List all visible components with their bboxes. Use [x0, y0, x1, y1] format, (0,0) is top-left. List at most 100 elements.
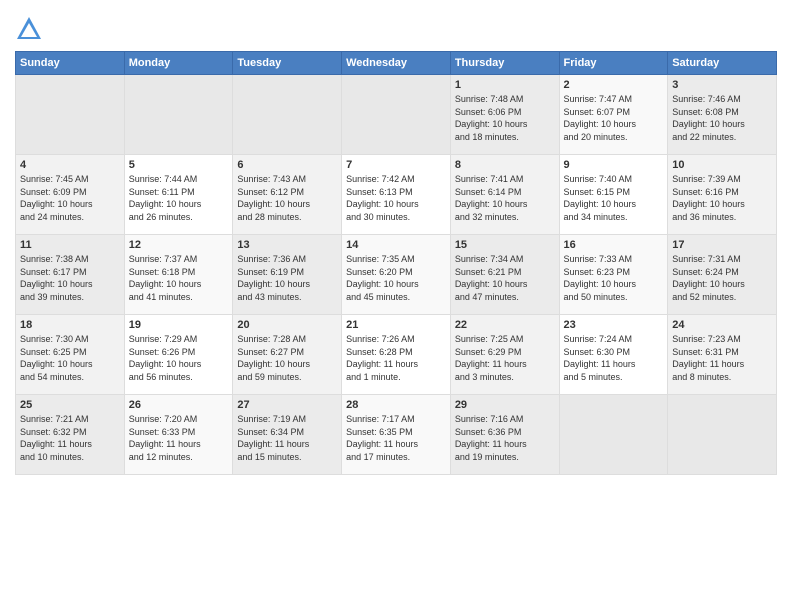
calendar-week-4: 25 Sunrise: 7:21 AM Sunset: 6:32 PM Dayli…	[16, 395, 777, 475]
day-header-saturday: Saturday	[668, 52, 777, 75]
calendar-week-3: 18Sunrise: 7:30 AM Sunset: 6:25 PM Dayli…	[16, 315, 777, 395]
calendar-cell: 5Sunrise: 7:44 AM Sunset: 6:11 PM Daylig…	[124, 155, 233, 235]
calendar-cell: 10 Sunrise: 7:39 AM Sunset: 6:16 PM Dayli…	[668, 155, 777, 235]
day-number: 6	[237, 159, 337, 171]
calendar-cell: 20 Sunrise: 7:28 AM Sunset: 6:27 PM Dayli…	[233, 315, 342, 395]
calendar-cell: 12Sunrise: 7:37 AM Sunset: 6:18 PM Dayli…	[124, 235, 233, 315]
cell-content: Sunrise: 7:33 AM Sunset: 6:23 PM Dayligh…	[564, 253, 664, 303]
calendar-cell: 3 Sunrise: 7:46 AM Sunset: 6:08 PM Daylig…	[668, 75, 777, 155]
cell-content: Sunrise: 7:24 AM Sunset: 6:30 PM Dayligh…	[564, 333, 664, 383]
page-header	[15, 10, 777, 43]
cell-content: Sunrise: 7:39 AM Sunset: 6:16 PM Dayligh…	[672, 173, 772, 223]
day-number: 16	[564, 239, 664, 251]
day-number: 28	[346, 399, 446, 411]
day-number: 8	[455, 159, 555, 171]
cell-content: Sunrise: 7:23 AM Sunset: 6:31 PM Dayligh…	[672, 333, 772, 383]
day-number: 7	[346, 159, 446, 171]
cell-content: Sunrise: 7:43 AM Sunset: 6:12 PM Dayligh…	[237, 173, 337, 223]
logo-icon	[15, 15, 43, 43]
day-number: 19	[129, 319, 229, 331]
calendar-body: 1 Sunrise: 7:48 AM Sunset: 6:06 PM Daylig…	[16, 75, 777, 475]
day-number: 20	[237, 319, 337, 331]
calendar-cell: 28 Sunrise: 7:17 AM Sunset: 6:35 PM Dayli…	[342, 395, 451, 475]
calendar-cell: 6 Sunrise: 7:43 AM Sunset: 6:12 PM Daylig…	[233, 155, 342, 235]
calendar-cell: 4 Sunrise: 7:45 AM Sunset: 6:09 PM Daylig…	[16, 155, 125, 235]
cell-content: Sunrise: 7:45 AM Sunset: 6:09 PM Dayligh…	[20, 173, 120, 223]
calendar-table: SundayMondayTuesdayWednesdayThursdayFrid…	[15, 51, 777, 475]
day-header-thursday: Thursday	[450, 52, 559, 75]
day-number: 2	[564, 79, 664, 91]
cell-content: Sunrise: 7:29 AM Sunset: 6:26 PM Dayligh…	[129, 333, 229, 383]
cell-content: Sunrise: 7:36 AM Sunset: 6:19 PM Dayligh…	[237, 253, 337, 303]
day-header-wednesday: Wednesday	[342, 52, 451, 75]
cell-content: Sunrise: 7:25 AM Sunset: 6:29 PM Dayligh…	[455, 333, 555, 383]
calendar-cell	[124, 75, 233, 155]
calendar-cell: 13 Sunrise: 7:36 AM Sunset: 6:19 PM Dayli…	[233, 235, 342, 315]
calendar-cell: 11 Sunrise: 7:38 AM Sunset: 6:17 PM Dayli…	[16, 235, 125, 315]
day-number: 10	[672, 159, 772, 171]
day-number: 17	[672, 239, 772, 251]
calendar-week-2: 11 Sunrise: 7:38 AM Sunset: 6:17 PM Dayli…	[16, 235, 777, 315]
day-number: 21	[346, 319, 446, 331]
day-number: 22	[455, 319, 555, 331]
day-number: 5	[129, 159, 229, 171]
day-number: 11	[20, 239, 120, 251]
cell-content: Sunrise: 7:46 AM Sunset: 6:08 PM Dayligh…	[672, 93, 772, 143]
calendar-cell: 2 Sunrise: 7:47 AM Sunset: 6:07 PM Daylig…	[559, 75, 668, 155]
calendar-cell: 21 Sunrise: 7:26 AM Sunset: 6:28 PM Dayli…	[342, 315, 451, 395]
cell-content: Sunrise: 7:28 AM Sunset: 6:27 PM Dayligh…	[237, 333, 337, 383]
calendar-cell	[559, 395, 668, 475]
cell-content: Sunrise: 7:34 AM Sunset: 6:21 PM Dayligh…	[455, 253, 555, 303]
cell-content: Sunrise: 7:17 AM Sunset: 6:35 PM Dayligh…	[346, 413, 446, 463]
calendar-cell: 15 Sunrise: 7:34 AM Sunset: 6:21 PM Dayli…	[450, 235, 559, 315]
logo	[15, 15, 47, 43]
cell-content: Sunrise: 7:41 AM Sunset: 6:14 PM Dayligh…	[455, 173, 555, 223]
calendar-cell: 1 Sunrise: 7:48 AM Sunset: 6:06 PM Daylig…	[450, 75, 559, 155]
calendar-cell: 19 Sunrise: 7:29 AM Sunset: 6:26 PM Dayli…	[124, 315, 233, 395]
cell-content: Sunrise: 7:31 AM Sunset: 6:24 PM Dayligh…	[672, 253, 772, 303]
calendar-header-row: SundayMondayTuesdayWednesdayThursdayFrid…	[16, 52, 777, 75]
calendar-week-0: 1 Sunrise: 7:48 AM Sunset: 6:06 PM Daylig…	[16, 75, 777, 155]
calendar-cell	[342, 75, 451, 155]
calendar-cell: 22 Sunrise: 7:25 AM Sunset: 6:29 PM Dayli…	[450, 315, 559, 395]
day-number: 29	[455, 399, 555, 411]
calendar-cell: 16 Sunrise: 7:33 AM Sunset: 6:23 PM Dayli…	[559, 235, 668, 315]
cell-content: Sunrise: 7:21 AM Sunset: 6:32 PM Dayligh…	[20, 413, 120, 463]
day-number: 3	[672, 79, 772, 91]
day-number: 26	[129, 399, 229, 411]
day-number: 9	[564, 159, 664, 171]
calendar-cell: 25 Sunrise: 7:21 AM Sunset: 6:32 PM Dayli…	[16, 395, 125, 475]
cell-content: Sunrise: 7:48 AM Sunset: 6:06 PM Dayligh…	[455, 93, 555, 143]
day-number: 12	[129, 239, 229, 251]
cell-content: Sunrise: 7:26 AM Sunset: 6:28 PM Dayligh…	[346, 333, 446, 383]
calendar-cell	[668, 395, 777, 475]
cell-content: Sunrise: 7:20 AM Sunset: 6:33 PM Dayligh…	[129, 413, 229, 463]
day-number: 1	[455, 79, 555, 91]
calendar-cell: 24Sunrise: 7:23 AM Sunset: 6:31 PM Dayli…	[668, 315, 777, 395]
day-header-monday: Monday	[124, 52, 233, 75]
day-header-friday: Friday	[559, 52, 668, 75]
calendar-cell: 23 Sunrise: 7:24 AM Sunset: 6:30 PM Dayli…	[559, 315, 668, 395]
day-number: 13	[237, 239, 337, 251]
cell-content: Sunrise: 7:38 AM Sunset: 6:17 PM Dayligh…	[20, 253, 120, 303]
cell-content: Sunrise: 7:16 AM Sunset: 6:36 PM Dayligh…	[455, 413, 555, 463]
day-header-tuesday: Tuesday	[233, 52, 342, 75]
day-number: 14	[346, 239, 446, 251]
calendar-week-1: 4 Sunrise: 7:45 AM Sunset: 6:09 PM Daylig…	[16, 155, 777, 235]
day-number: 23	[564, 319, 664, 331]
day-number: 15	[455, 239, 555, 251]
calendar-cell	[233, 75, 342, 155]
calendar-cell: 27Sunrise: 7:19 AM Sunset: 6:34 PM Dayli…	[233, 395, 342, 475]
cell-content: Sunrise: 7:42 AM Sunset: 6:13 PM Dayligh…	[346, 173, 446, 223]
cell-content: Sunrise: 7:40 AM Sunset: 6:15 PM Dayligh…	[564, 173, 664, 223]
calendar-cell: 26 Sunrise: 7:20 AM Sunset: 6:33 PM Dayli…	[124, 395, 233, 475]
calendar-cell: 8 Sunrise: 7:41 AM Sunset: 6:14 PM Daylig…	[450, 155, 559, 235]
day-number: 18	[20, 319, 120, 331]
cell-content: Sunrise: 7:47 AM Sunset: 6:07 PM Dayligh…	[564, 93, 664, 143]
calendar-cell: 14 Sunrise: 7:35 AM Sunset: 6:20 PM Dayli…	[342, 235, 451, 315]
calendar-cell: 9 Sunrise: 7:40 AM Sunset: 6:15 PM Daylig…	[559, 155, 668, 235]
calendar-cell: 29 Sunrise: 7:16 AM Sunset: 6:36 PM Dayli…	[450, 395, 559, 475]
cell-content: Sunrise: 7:35 AM Sunset: 6:20 PM Dayligh…	[346, 253, 446, 303]
day-number: 4	[20, 159, 120, 171]
day-number: 25	[20, 399, 120, 411]
